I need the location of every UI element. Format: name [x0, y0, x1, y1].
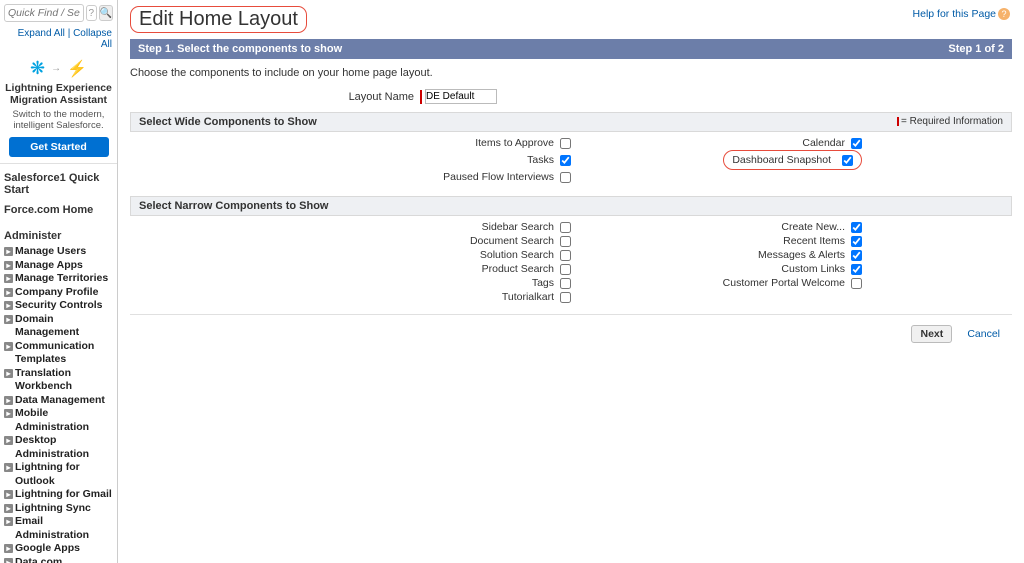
administer-heading: Administer — [0, 225, 117, 245]
sidebar-item[interactable]: ▸Mobile Administration — [4, 407, 113, 434]
component-checkbox[interactable] — [851, 278, 862, 289]
plus-icon[interactable]: ▸ — [4, 504, 13, 513]
component-checkbox[interactable] — [560, 250, 571, 261]
component-label: Recent Items — [571, 234, 851, 248]
component-label: Product Search — [280, 262, 560, 276]
component-checkbox[interactable] — [560, 236, 571, 247]
help-icon: ? — [998, 8, 1010, 20]
lea-subtitle: Switch to the modern, intelligent Salesf… — [4, 109, 113, 131]
step-description: Choose the components to include on your… — [130, 59, 1012, 89]
component-label: Create New... — [571, 220, 851, 234]
plus-icon[interactable]: ▸ — [4, 517, 13, 526]
sidebar-item[interactable]: ▸Lightning Sync — [4, 502, 113, 516]
component-checkbox[interactable] — [851, 236, 862, 247]
component-label: Tasks — [280, 153, 560, 167]
sidebar-item[interactable]: ▸Manage Users — [4, 245, 113, 259]
plus-icon[interactable]: ▸ — [4, 274, 13, 283]
component-label: Items to Approve — [280, 136, 560, 150]
component-label: Calendar — [571, 136, 851, 150]
sidebar-item[interactable]: ▸Translation Workbench — [4, 367, 113, 394]
component-checkbox[interactable] — [560, 155, 571, 166]
separator: | — [68, 28, 71, 39]
plus-icon[interactable]: ▸ — [4, 558, 13, 563]
sidebar-item[interactable]: ▸Data Management — [4, 394, 113, 408]
component-label: Solution Search — [280, 248, 560, 262]
component-checkbox[interactable] — [842, 155, 853, 166]
bolt-icon: ⚡ — [67, 59, 87, 79]
sf1-quick-start-link[interactable]: Salesforce1 Quick Start — [0, 164, 117, 199]
main-content: Edit Home Layout Help for this Page? Ste… — [118, 0, 1024, 563]
plus-icon[interactable]: ▸ — [4, 301, 13, 310]
component-checkbox[interactable] — [560, 278, 571, 289]
narrow-components-grid: Sidebar Search Create New... Document Sear… — [130, 216, 1012, 308]
layout-name-input[interactable] — [425, 89, 497, 104]
component-label: Dashboard Snapshot — [732, 153, 837, 167]
plus-icon[interactable]: ▸ — [4, 463, 13, 472]
plus-icon[interactable]: ▸ — [4, 261, 13, 270]
component-checkbox[interactable] — [560, 264, 571, 275]
component-label: Messages & Alerts — [571, 248, 851, 262]
component-label: Document Search — [280, 234, 560, 248]
sidebar-item[interactable]: ▸Email Administration — [4, 515, 113, 542]
wide-section-header: Select Wide Components to Show = Require… — [130, 112, 1012, 132]
search-input[interactable] — [4, 4, 84, 22]
sidebar-item[interactable]: ▸Communication Templates — [4, 340, 113, 367]
plus-icon[interactable]: ▸ — [4, 342, 13, 351]
help-icon[interactable]: ? — [86, 5, 97, 21]
component-label: Custom Links — [571, 262, 851, 276]
step-bar: Step 1. Select the components to show St… — [130, 39, 1012, 59]
cancel-button[interactable]: Cancel — [959, 326, 1008, 342]
component-label: Tags — [280, 276, 560, 290]
plus-icon[interactable]: ▸ — [4, 409, 13, 418]
plus-icon[interactable]: ▸ — [4, 247, 13, 256]
component-label: Paused Flow Interviews — [280, 170, 560, 184]
component-checkbox[interactable] — [851, 250, 862, 261]
sidebar-item[interactable]: ▸Desktop Administration — [4, 434, 113, 461]
sidebar-item[interactable]: ▸Google Apps — [4, 542, 113, 556]
component-checkbox[interactable] — [851, 138, 862, 149]
narrow-section-header: Select Narrow Components to Show — [130, 196, 1012, 216]
sidebar-item[interactable]: ▸Manage Apps — [4, 259, 113, 273]
component-label: Tutorialkart — [280, 290, 560, 304]
help-link[interactable]: Help for this Page? — [913, 8, 1010, 20]
component-label: Customer Portal Welcome — [571, 276, 851, 290]
sidebar: ? 🔍 Expand All | Collapse All ❋ → ⚡ Ligh… — [0, 0, 118, 563]
lea-title: Lightning Experience Migration Assistant — [4, 82, 113, 106]
component-checkbox[interactable] — [851, 264, 862, 275]
component-checkbox[interactable] — [560, 138, 571, 149]
sidebar-item[interactable]: ▸Security Controls — [4, 299, 113, 313]
component-checkbox[interactable] — [851, 222, 862, 233]
component-checkbox[interactable] — [560, 292, 571, 303]
plus-icon[interactable]: ▸ — [4, 396, 13, 405]
plus-icon[interactable]: ▸ — [4, 490, 13, 499]
component-checkbox[interactable] — [560, 172, 571, 183]
expand-all-link[interactable]: Expand All — [18, 28, 65, 39]
plus-icon[interactable]: ▸ — [4, 315, 13, 324]
next-button[interactable]: Next — [911, 325, 952, 343]
plus-icon[interactable]: ▸ — [4, 369, 13, 378]
component-checkbox[interactable] — [560, 222, 571, 233]
plus-icon[interactable]: ▸ — [4, 544, 13, 553]
collapse-all-link[interactable]: Collapse All — [73, 28, 112, 50]
sidebar-item[interactable]: ▸Domain Management — [4, 313, 113, 340]
plus-icon[interactable]: ▸ — [4, 288, 13, 297]
required-bar-icon — [420, 90, 422, 104]
get-started-button[interactable]: Get Started — [9, 137, 109, 157]
page-title: Edit Home Layout — [130, 6, 1012, 33]
sidebar-item[interactable]: ▸Company Profile — [4, 286, 113, 300]
sidebar-item[interactable]: ▸Lightning for Outlook — [4, 461, 113, 488]
arrow-right-icon: → — [51, 63, 61, 74]
sidebar-item[interactable]: ▸Manage Territories — [4, 272, 113, 286]
cloud-icon: ❋ — [30, 58, 45, 79]
search-icon[interactable]: 🔍 — [99, 5, 113, 21]
administer-list: ▸Manage Users▸Manage Apps▸Manage Territo… — [0, 245, 117, 563]
wide-components-grid: Items to Approve Calendar Tasks Dashboard S… — [130, 132, 1012, 188]
plus-icon[interactable]: ▸ — [4, 436, 13, 445]
sidebar-item[interactable]: ▸Data.com Administration — [4, 556, 113, 563]
component-label: Sidebar Search — [280, 220, 560, 234]
sidebar-item[interactable]: ▸Lightning for Gmail — [4, 488, 113, 502]
forcecom-home-link[interactable]: Force.com Home — [0, 199, 117, 219]
layout-name-label: Layout Name — [130, 91, 420, 103]
